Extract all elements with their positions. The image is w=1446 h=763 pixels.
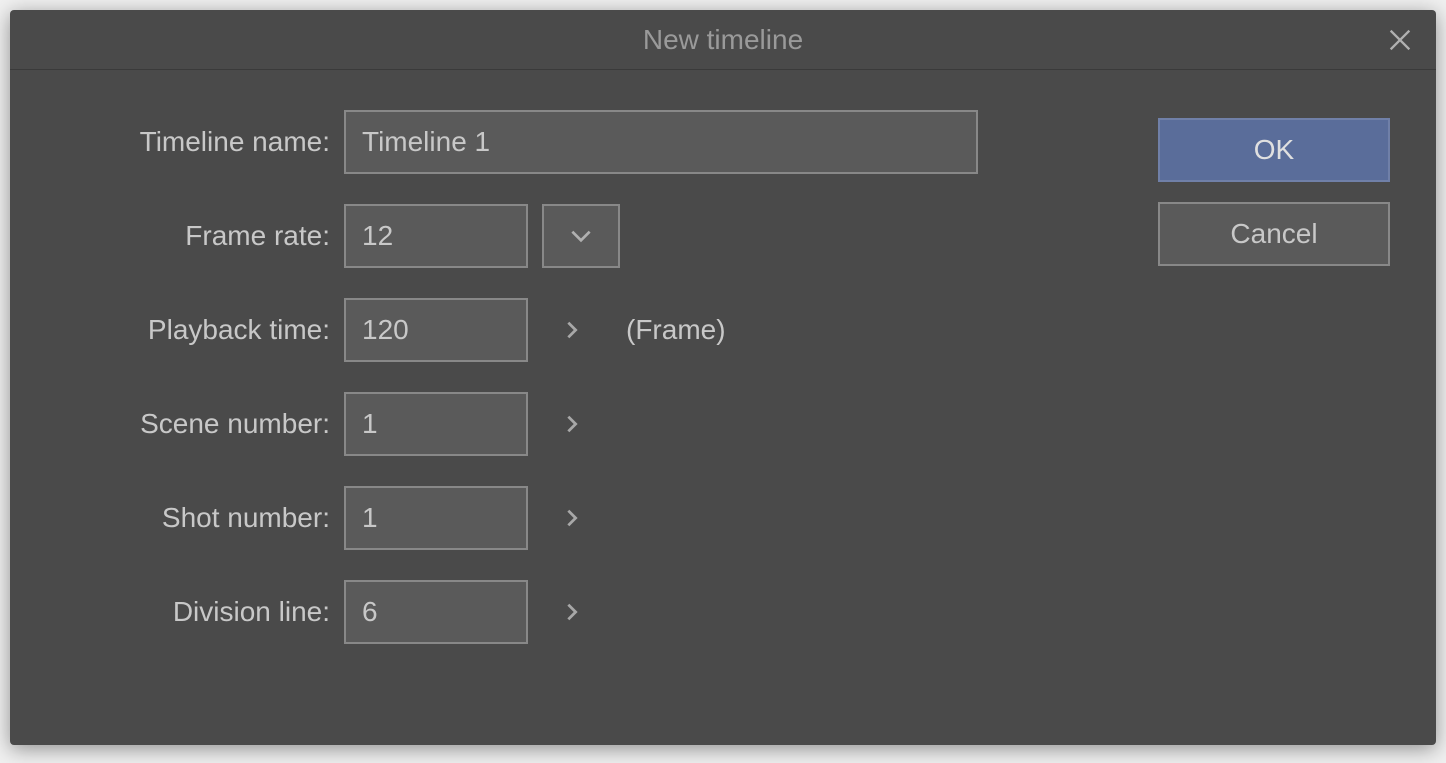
shot-number-row: Shot number: <box>40 486 978 550</box>
playback-time-label: Playback time: <box>40 314 330 346</box>
new-timeline-dialog: New timeline Timeline name: Frame rate: <box>10 10 1436 745</box>
chevron-right-icon <box>561 413 583 435</box>
titlebar: New timeline <box>10 10 1436 70</box>
chevron-right-icon <box>561 601 583 623</box>
playback-time-input[interactable] <box>344 298 528 362</box>
button-area: OK Cancel <box>1158 110 1390 705</box>
frame-rate-row: Frame rate: <box>40 204 978 268</box>
scene-number-label: Scene number: <box>40 408 330 440</box>
chevron-down-icon <box>568 223 594 249</box>
chevron-right-icon <box>561 507 583 529</box>
division-line-label: Division line: <box>40 596 330 628</box>
playback-time-expand-button[interactable] <box>552 310 592 350</box>
frame-rate-dropdown-button[interactable] <box>542 204 620 268</box>
form-area: Timeline name: Frame rate: Playback time… <box>40 110 978 705</box>
scene-number-input[interactable] <box>344 392 528 456</box>
shot-number-label: Shot number: <box>40 502 330 534</box>
timeline-name-input[interactable] <box>344 110 978 174</box>
playback-time-suffix: (Frame) <box>626 314 726 346</box>
dialog-body: Timeline name: Frame rate: Playback time… <box>10 70 1436 745</box>
division-line-expand-button[interactable] <box>552 592 592 632</box>
shot-number-expand-button[interactable] <box>552 498 592 538</box>
scene-number-expand-button[interactable] <box>552 404 592 444</box>
scene-number-row: Scene number: <box>40 392 978 456</box>
frame-rate-input[interactable] <box>344 204 528 268</box>
playback-time-row: Playback time: (Frame) <box>40 298 978 362</box>
division-line-input[interactable] <box>344 580 528 644</box>
timeline-name-label: Timeline name: <box>40 126 330 158</box>
cancel-button[interactable]: Cancel <box>1158 202 1390 266</box>
frame-rate-label: Frame rate: <box>40 220 330 252</box>
division-line-row: Division line: <box>40 580 978 644</box>
close-button[interactable] <box>1382 22 1418 58</box>
timeline-name-row: Timeline name: <box>40 110 978 174</box>
shot-number-input[interactable] <box>344 486 528 550</box>
chevron-right-icon <box>561 319 583 341</box>
dialog-title: New timeline <box>643 24 803 56</box>
close-icon <box>1386 26 1414 54</box>
ok-button[interactable]: OK <box>1158 118 1390 182</box>
